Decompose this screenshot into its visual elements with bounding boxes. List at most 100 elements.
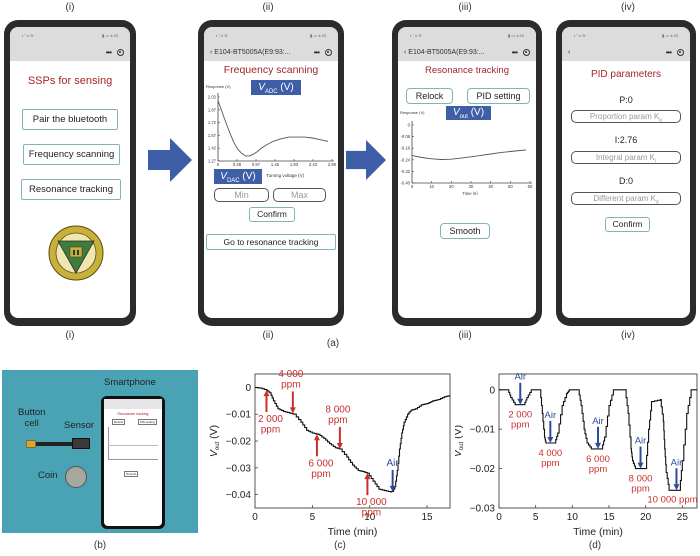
annotation-label: ppm <box>311 469 330 480</box>
concentration-label: ppm <box>631 484 650 495</box>
resonance-tracking-button[interactable]: Resonance tracking <box>21 179 121 200</box>
x-tick-label: 0 <box>217 162 220 167</box>
more-icon[interactable]: ••• <box>666 48 672 57</box>
x-tick-label: 0.97 <box>252 162 261 167</box>
label-d: (d) <box>588 540 602 551</box>
x-tick-label: 20 <box>449 184 454 189</box>
annotation-arrowhead <box>673 484 680 491</box>
data-line <box>411 149 527 160</box>
phone-screen-i: ▪ ᐩ.ıl ≋ ▮ ▭ 4:43 ••• SSPs for sensing Pa… <box>4 20 136 326</box>
button-cell-label: Button cell <box>18 407 46 429</box>
sensor-chip <box>72 438 90 449</box>
y-tick-label: −0.03 <box>226 463 252 474</box>
button-cell <box>26 440 36 448</box>
annotation-label: Air <box>671 457 683 468</box>
annotation-label: 8 000 <box>325 405 350 416</box>
go-to-resonance-tracking-button[interactable]: Go to resonance tracking <box>206 234 336 250</box>
y-tick-label: 1.42 <box>208 146 217 151</box>
x-tick-label: 2.42 <box>309 162 318 167</box>
x-tick-label: 1.45 <box>271 162 280 167</box>
x-tick-label: 15 <box>603 512 615 523</box>
concentration-label: ppm <box>541 458 560 469</box>
plot-frame <box>254 373 451 509</box>
integral-param-input[interactable]: Integral param Ki <box>571 151 681 165</box>
label-bottom-i: (i) <box>65 330 75 341</box>
nav-bar: ••• <box>10 43 130 61</box>
relock-button[interactable]: Relock <box>406 88 453 104</box>
back-icon[interactable]: ‹ <box>568 49 570 56</box>
mini-pid: PID setting <box>138 419 157 425</box>
nav-back-title[interactable]: ‹ E104-BT5005A(E9:93:... <box>210 49 291 56</box>
smooth-button[interactable]: Smooth <box>440 223 490 239</box>
x-tick-label: 10 <box>567 512 579 523</box>
annotation-label: Air <box>514 372 526 383</box>
coin <box>65 466 87 488</box>
i-value: I:2.76 <box>614 135 638 145</box>
pair-bluetooth-button[interactable]: Pair the bluetooth <box>22 109 118 130</box>
more-icon[interactable]: ••• <box>106 48 112 57</box>
y-tick-label: −0.02 <box>470 464 496 475</box>
confirm-button[interactable]: Confirm <box>249 207 295 222</box>
y-tick-label: -0.08 <box>400 134 410 139</box>
label-b: (b) <box>93 540 107 551</box>
y-tick-label: 0 <box>408 123 411 128</box>
annotation-label: ppm <box>328 415 347 426</box>
screen1-title: SSPs for sensing <box>27 75 113 87</box>
status-bar: ▪ ᐩ.ıl ≋ ▮ ▭ 4:43 <box>398 27 536 43</box>
annotation-arrowhead <box>547 436 554 443</box>
y-tick-label: 1.87 <box>208 107 217 112</box>
pid-setting-button[interactable]: PID setting <box>467 88 530 104</box>
y-tick-label: −0.01 <box>226 410 252 421</box>
more-icon[interactable]: ••• <box>314 48 320 57</box>
sensor-label: Sensor <box>64 420 95 431</box>
screen3-title: Resonance tracking <box>425 65 509 76</box>
annotation-arrowhead <box>637 462 644 469</box>
flow-arrow-icon <box>148 138 192 182</box>
label-c: (c) <box>334 540 346 551</box>
chart-d: 0−0.01−0.02−0.030510152025Time (min)Vout… <box>455 372 698 538</box>
max-input[interactable]: Max <box>273 188 326 202</box>
close-target-icon[interactable] <box>677 48 684 56</box>
resonance-tracking-chart: 0-0.08-0.16-0.24-0.32-0.400 10 20 30 40 50 60T… <box>400 121 533 195</box>
different-param-input[interactable]: Different param Kd <box>571 192 681 206</box>
mini-smooth: Smooth <box>124 471 139 477</box>
university-logo-icon <box>48 225 104 281</box>
x-tick-label: 15 <box>421 512 433 523</box>
status-bar: ▪ ᐩ.ıl ≋ ▮ ▭ 4:43 <box>10 27 130 43</box>
y-tick-label: −0.02 <box>226 437 252 448</box>
data-line <box>217 100 329 157</box>
x-tick-label: 0 <box>496 512 502 523</box>
y-tick-label: 1.72 <box>208 120 217 125</box>
sensor-cable <box>36 442 74 446</box>
y-tick-label: -0.24 <box>400 157 410 162</box>
status-bar: ▪ ᐩ.ıl ≋ ▮ ▭ 4:43 <box>204 27 338 43</box>
nav-back-title[interactable]: ‹ E104-BT5005A(E9:93:... <box>404 49 485 56</box>
close-target-icon[interactable] <box>523 48 530 56</box>
x-tick-label: 2.90 <box>328 162 337 167</box>
annotation-arrowhead <box>595 442 601 449</box>
min-input[interactable]: Min <box>214 188 269 202</box>
flow-arrow-icon <box>346 140 386 180</box>
more-icon[interactable]: ••• <box>512 48 518 57</box>
close-target-icon[interactable] <box>325 48 332 56</box>
label-top-i: (i) <box>65 2 75 13</box>
x-tick-label: 30 <box>469 184 474 189</box>
chart-c: 0−0.01−0.02−0.03−0.040 5 10 15Time (min)Vou… <box>208 369 451 538</box>
axis-y-title: Response (V) <box>206 84 231 89</box>
annotation-label: 2 000 <box>258 414 283 425</box>
close-target-icon[interactable] <box>117 48 124 56</box>
y-tick-label: −0.04 <box>226 490 252 501</box>
p-value: P:0 <box>619 95 633 105</box>
device-photo: Smartphone Button cell Sensor Coin Reson… <box>2 370 198 533</box>
nav-bar: ‹ ••• <box>562 43 690 61</box>
confirm-button[interactable]: Confirm <box>605 217 650 232</box>
annotation-label: Air <box>387 458 400 469</box>
frequency-scanning-button[interactable]: Frequency scanning <box>23 144 120 165</box>
y-axis-label: Vout (V) <box>455 425 465 457</box>
label-a: (a) <box>326 338 340 349</box>
x-tick-label: 5 <box>533 512 539 523</box>
proportion-param-input[interactable]: Proportion param Kp <box>571 110 681 124</box>
x-axis-selector-button[interactable]: VDAC (V) <box>214 169 262 184</box>
x-tick-label: 0.48 <box>233 162 242 167</box>
y-tick-label: 2.02 <box>208 95 217 100</box>
